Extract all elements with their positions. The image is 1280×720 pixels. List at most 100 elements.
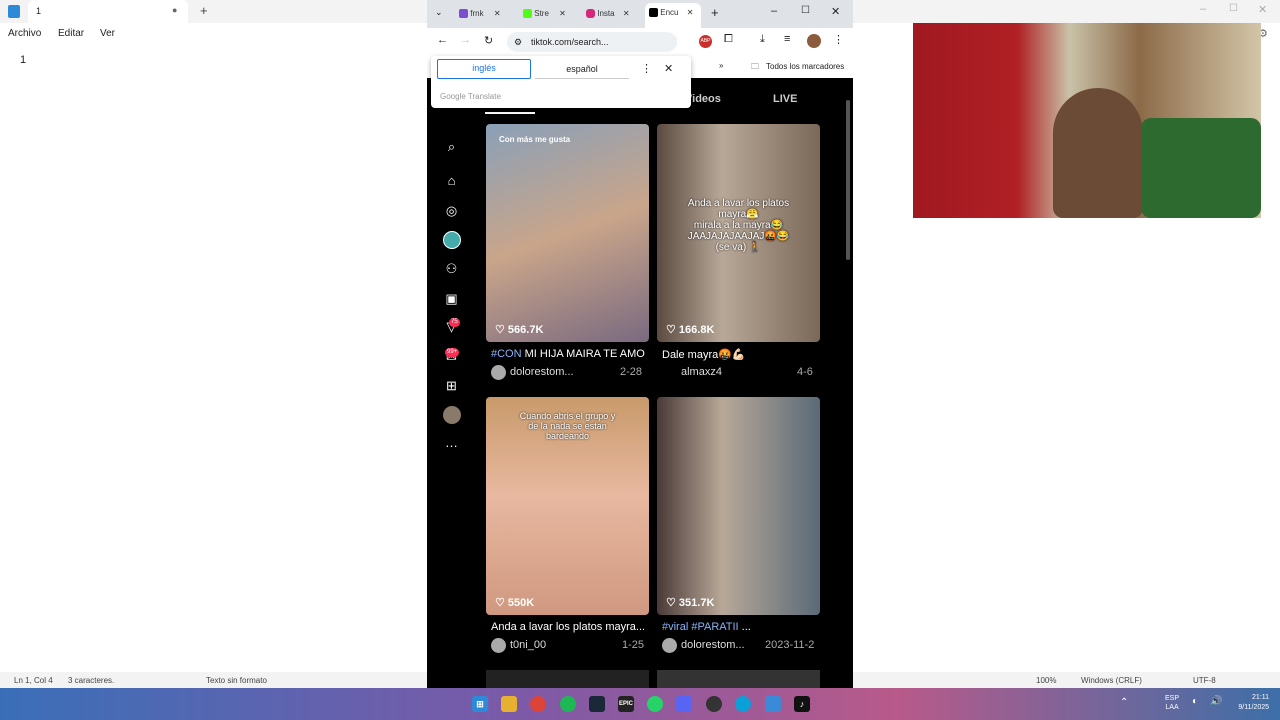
chair [1141,118,1261,218]
tiktok-icon[interactable]: ♪ [794,696,810,712]
volume-icon[interactable]: 🔊 [1210,696,1222,707]
friends-icon[interactable]: ⚇ [443,260,460,277]
chrome-maximize-icon[interactable]: ☐ [801,5,810,16]
video-overlay-text: Cuando abris el grupo y de la nada se es… [519,411,616,441]
author-avatar[interactable] [491,638,506,653]
tab-3-title: Insta [597,9,615,18]
zoom-level: 100% [1036,676,1057,685]
start-windows-icon[interactable]: ⊞ [472,696,488,712]
unsaved-dot-icon[interactable]: ● [172,5,177,15]
author-avatar[interactable] [662,638,677,653]
author-avatar[interactable] [491,365,506,380]
post-date: 4-6 [797,366,813,378]
tab-search-chevron-icon[interactable]: ⌄ [435,7,443,18]
person-figure [1053,88,1143,218]
video-card-3[interactable]: Cuando abris el grupo y de la nada se es… [486,397,649,615]
upload-plus-icon[interactable]: ⊞ [443,377,460,394]
media-controls-icon[interactable]: ≡ [784,33,790,45]
lang-to-button[interactable]: español [535,59,629,79]
lang-bottom: LAA [1165,704,1179,711]
maximize-icon[interactable]: ☐ [1229,3,1238,14]
video-card-partial[interactable] [657,670,820,688]
reload-icon[interactable]: ↻ [484,34,493,47]
chrome-icon[interactable] [530,696,546,712]
forward-arrow-icon[interactable]: → [460,34,471,46]
translate-options-icon[interactable]: ⋮ [641,62,652,75]
video-caption[interactable]: Dale mayra🤬💪🏻 [662,348,746,361]
profile-avatar-icon[interactable] [443,406,461,424]
site-info-icon[interactable]: ⚙ [514,32,522,52]
author-name[interactable]: dolorestom... [681,639,745,651]
video-card-1[interactable]: Con más me gusta ♡ 566.7K [486,124,649,342]
video-caption[interactable]: #viral #PARATII ... [662,621,751,633]
explore-compass-icon[interactable]: ◎ [443,202,460,219]
chrome-minimize-icon[interactable]: – [771,5,777,17]
discord-icon[interactable] [676,696,692,712]
steam-icon[interactable] [589,696,605,712]
video-card-2[interactable]: Anda a lavar los platos mayra😤 mirala a … [657,124,820,342]
tab-2[interactable]: Stre ✕ [523,4,579,24]
menu-editar[interactable]: Editar [58,28,84,39]
tray-chevron-icon[interactable]: ⌃ [1120,697,1128,708]
translate-close-icon[interactable]: ✕ [664,62,673,75]
address-bar[interactable]: ⚙ tiktok.com/search... [507,32,677,52]
new-tab-plus-icon[interactable]: + [711,5,719,20]
spotify-icon[interactable] [560,696,576,712]
menu-archivo[interactable]: Archivo [8,28,41,39]
chrome-window: ⌄ frnk ✕ Stre ✕ Insta ✕ Encu ✕ + – ☐ ✕ ←… [427,0,853,688]
new-tab-icon[interactable]: + [200,3,208,18]
char-count: 3 caracteres. [68,676,115,685]
search-icon[interactable]: ⌕ [443,138,460,155]
scrollbar-thumb[interactable] [846,100,850,260]
cursor-position: Ln 1, Col 4 [14,676,53,685]
extensions-icon[interactable]: ⧠ [724,33,733,46]
chrome-menu-icon[interactable]: ⋮ [833,33,844,46]
live-tv-icon[interactable]: ▣ [443,290,460,307]
video-caption[interactable]: Anda a lavar los platos mayra... [491,621,645,633]
author-name[interactable]: almaxz4 [681,366,722,378]
author-name[interactable]: t0ni_00 [510,639,546,651]
whatsapp-icon[interactable] [647,696,663,712]
following-avatar[interactable] [443,231,461,249]
tiktok-sidebar: ⌕ ⌂ ◎ ⚇ ▣ ▽ 75 ✉ 99+ ⊞ … [427,108,475,688]
profile-avatar[interactable] [807,34,821,48]
more-dots-icon[interactable]: … [443,434,460,451]
close-icon[interactable]: ✕ [1258,3,1267,16]
all-bookmarks-label[interactable]: Todos los marcadores [766,62,844,71]
video-card-partial[interactable] [486,670,649,688]
minimize-icon[interactable]: – [1200,3,1206,15]
notepad-taskbar-icon[interactable] [765,696,781,712]
author-name[interactable]: dolorestom... [510,366,574,378]
like-count: ♡ 351.7K [666,597,715,609]
tab-3[interactable]: Insta ✕ [586,4,642,24]
adblock-icon[interactable]: ABP [699,35,712,48]
date: 9/11/2025 [1238,704,1269,711]
active-tab-underline [485,112,535,114]
home-icon[interactable]: ⌂ [443,172,460,189]
most-liked-label: Con más me gusta [499,135,571,144]
obs-icon[interactable] [706,696,722,712]
chrome-close-icon[interactable]: ✕ [831,5,840,18]
tab-4-active[interactable]: Encu ✕ [645,3,701,28]
activity-badge: 75 [449,318,460,327]
tab-1[interactable]: frnk ✕ [459,4,515,24]
clock[interactable]: 21:11 9/11/2025 [1229,693,1269,713]
editor-text[interactable]: 1 [20,54,26,66]
network-icon[interactable]: ◐ [1192,696,1198,707]
more-bookmarks-icon[interactable]: » [719,61,723,70]
input-language[interactable]: ESP LAA [1165,694,1179,712]
download-icon[interactable]: ⤓ [760,33,765,46]
file-explorer-icon[interactable] [501,696,517,712]
back-arrow-icon[interactable]: ← [437,34,448,46]
tab-live[interactable]: LIVE [773,93,797,105]
lang-from-button[interactable]: inglés [437,59,531,79]
post-date: 2023-11-2 [765,639,815,651]
menu-ver[interactable]: Ver [100,28,115,39]
edge-icon[interactable] [735,696,751,712]
video-overlay-text: Anda a lavar los platos mayra😤 mirala a … [687,198,790,253]
notepad-tab[interactable]: 1 ● [28,0,188,23]
epic-games-icon[interactable]: EPIC [618,696,634,712]
video-caption[interactable]: #CON MI HIJA MAIRA TE AMO [491,348,645,360]
video-card-4[interactable]: ♡ 351.7K [657,397,820,615]
line-ending: Windows (CRLF) [1081,676,1142,685]
